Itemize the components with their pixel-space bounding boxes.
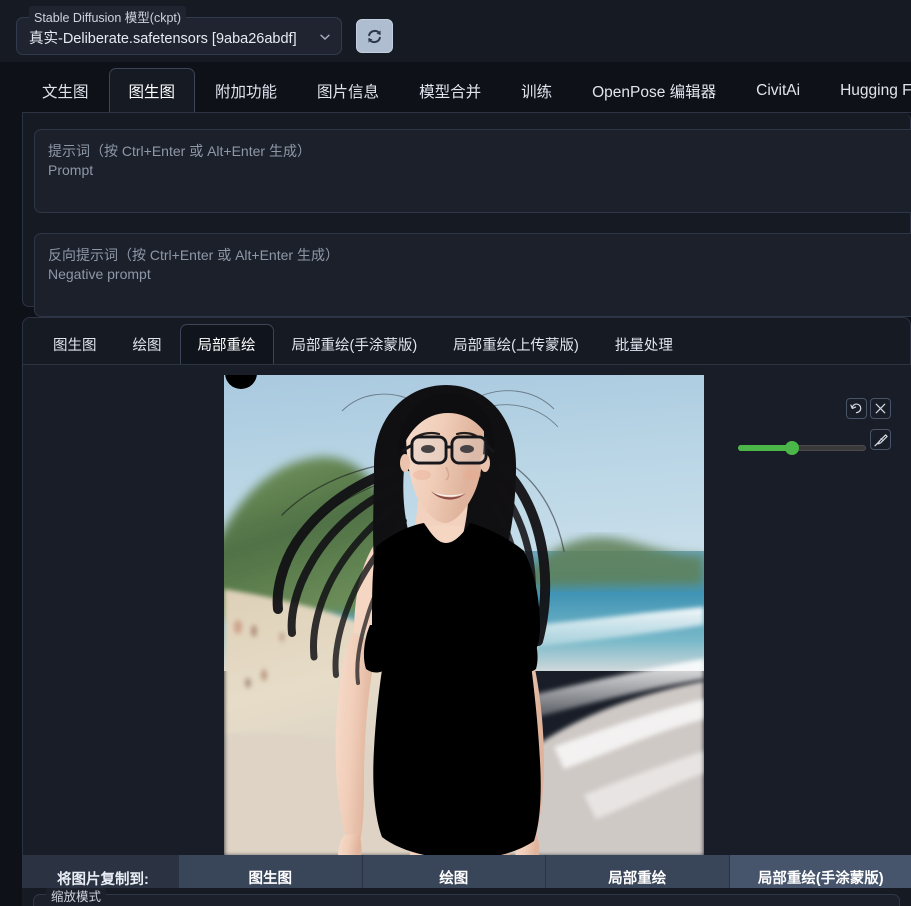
- model-select-value: 真实-Deliberate.safetensors [9aba26abdf]: [29, 31, 297, 47]
- slider-fill: [738, 445, 792, 451]
- resize-mode-label: 缩放模式: [46, 888, 107, 906]
- inpaint-image[interactable]: [224, 375, 704, 855]
- top-tab-0[interactable]: 文生图: [22, 68, 109, 114]
- top-tab-bar: 文生图 图生图 附加功能 图片信息 模型合并 训练 OpenPose 编辑器 CivitAi H…: [0, 62, 911, 114]
- img2img-tab-0[interactable]: 图生图: [35, 324, 115, 365]
- top-tab-6[interactable]: OpenPose 编辑器: [572, 68, 736, 114]
- top-tab-7[interactable]: CivitAi: [736, 68, 820, 114]
- resize-mode-group[interactable]: 缩放模式: [33, 888, 900, 906]
- prompt-placeholder-en: Prompt: [48, 162, 94, 178]
- undo-icon: [850, 403, 862, 414]
- img2img-tab-4[interactable]: 局部重绘(上传蒙版): [435, 324, 597, 365]
- prompt-placeholder-cn: 提示词（按 Ctrl+Enter 或 Alt+Enter 生成）: [48, 143, 311, 159]
- negative-prompt-input[interactable]: 反向提示词（按 Ctrl+Enter 或 Alt+Enter 生成） Negat…: [34, 233, 911, 317]
- refresh-model-button[interactable]: [356, 19, 393, 53]
- close-icon: [875, 403, 886, 414]
- model-select[interactable]: Stable Diffusion 模型(ckpt) 真实-Deliberate.…: [16, 6, 342, 55]
- brush-size-slider[interactable]: [738, 441, 866, 455]
- webui-root: Stable Diffusion 模型(ckpt) 真实-Deliberate.…: [0, 0, 911, 906]
- model-select-label: Stable Diffusion 模型(ckpt): [29, 6, 187, 27]
- img2img-tab-3[interactable]: 局部重绘(手涂蒙版): [274, 324, 436, 365]
- brush-tool-button[interactable]: [870, 429, 891, 450]
- top-tab-8[interactable]: Hugging Face: [820, 68, 911, 114]
- undo-button[interactable]: [846, 398, 867, 419]
- img2img-tab-2[interactable]: 局部重绘: [179, 324, 274, 365]
- top-tab-5[interactable]: 训练: [501, 68, 572, 114]
- source-photo: [224, 375, 704, 855]
- negative-prompt-placeholder-en: Negative prompt: [48, 266, 151, 282]
- top-tab-2[interactable]: 附加功能: [195, 68, 297, 114]
- negative-prompt-placeholder-cn: 反向提示词（按 Ctrl+Enter 或 Alt+Enter 生成）: [48, 247, 339, 263]
- model-toolbar: Stable Diffusion 模型(ckpt) 真实-Deliberate.…: [0, 0, 911, 62]
- slider-thumb[interactable]: [784, 441, 799, 455]
- chevron-down-icon[interactable]: [319, 31, 331, 43]
- resize-mode-section: 缩放模式: [22, 888, 911, 906]
- img2img-tab-5[interactable]: 批量处理: [597, 324, 691, 365]
- top-tab-4[interactable]: 模型合并: [399, 68, 501, 114]
- copy-image-to-label: 将图片复制到:: [57, 872, 149, 888]
- prompt-panel: 提示词（按 Ctrl+Enter 或 Alt+Enter 生成） Prompt …: [22, 113, 911, 317]
- img2img-panel: 图生图 绘图 局部重绘 局部重绘(手涂蒙版) 局部重绘(上传蒙版) 批量处理 将…: [22, 317, 911, 906]
- top-tab-3[interactable]: 图片信息: [297, 68, 399, 114]
- img2img-tab-1[interactable]: 绘图: [115, 324, 180, 365]
- prompt-input[interactable]: 提示词（按 Ctrl+Enter 或 Alt+Enter 生成） Prompt: [34, 129, 911, 213]
- refresh-icon: [368, 29, 381, 43]
- brush-icon: [873, 433, 888, 446]
- top-tab-1[interactable]: 图生图: [108, 68, 196, 114]
- remove-image-button[interactable]: [870, 398, 891, 419]
- inpaint-canvas-area[interactable]: [23, 365, 911, 855]
- img2img-tab-bar: 图生图 绘图 局部重绘 局部重绘(手涂蒙版) 局部重绘(上传蒙版) 批量处理: [23, 318, 911, 365]
